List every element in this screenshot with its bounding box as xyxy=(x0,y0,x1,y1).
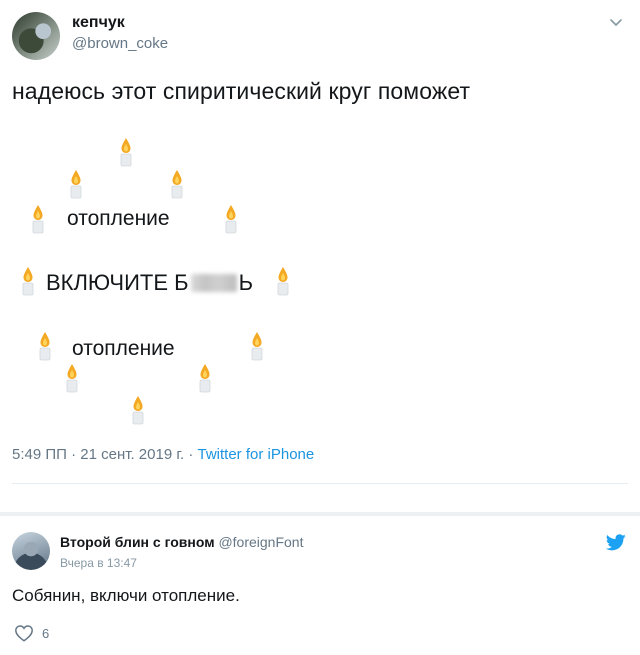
reply-tweet: Второй блин с говном @foreignFont Вчера … xyxy=(0,516,640,655)
divider xyxy=(12,483,628,484)
reply-author-name[interactable]: Второй блин с говном xyxy=(60,534,215,550)
candle-icon xyxy=(129,395,147,425)
tweet-meta: 5:49 ПП · 21 сент. 2019 г. · Twitter for… xyxy=(12,446,314,463)
circle-word-top: отопление xyxy=(67,207,170,230)
reply-author-handle[interactable]: @foreignFont xyxy=(218,534,303,550)
avatar[interactable] xyxy=(12,12,60,60)
candle-icon xyxy=(248,331,266,361)
avatar[interactable] xyxy=(12,532,50,570)
candle-icon xyxy=(67,169,85,199)
tweet-date[interactable]: 21 сент. 2019 г. xyxy=(80,446,184,463)
candle-icon xyxy=(168,169,186,199)
circle-middle-suffix: Ь xyxy=(238,270,253,295)
candle-icon xyxy=(29,204,47,234)
candle-circle: отопление ВКЛЮЧИТЕ Б Ь отопление xyxy=(0,125,320,435)
author-name[interactable]: кепчук xyxy=(72,14,125,32)
censor-blur xyxy=(190,274,237,292)
author-handle[interactable]: @brown_coke xyxy=(72,35,168,52)
reply-text: Собянин, включи отопление. xyxy=(12,586,240,605)
like-button[interactable]: 6 xyxy=(14,624,49,642)
candle-icon xyxy=(117,137,135,167)
candle-icon xyxy=(196,363,214,393)
like-count: 6 xyxy=(42,625,50,641)
candle-icon xyxy=(36,331,54,361)
tweet-time[interactable]: 5:49 ПП xyxy=(12,446,67,463)
candle-icon xyxy=(274,266,292,296)
circle-middle-prefix: ВКЛЮЧИТЕ Б xyxy=(46,270,189,295)
tweet-source-link[interactable]: Twitter for iPhone xyxy=(198,446,315,463)
main-tweet: кепчук @brown_coke надеюсь этот спиритич… xyxy=(0,0,640,512)
heart-icon xyxy=(14,624,34,642)
meta-separator: · xyxy=(188,446,194,463)
reply-time[interactable]: Вчера в 13:47 xyxy=(60,556,137,570)
meta-separator: · xyxy=(71,446,77,463)
tweet-text: надеюсь этот спиритический круг поможет xyxy=(12,78,471,104)
circle-word-bottom: отопление xyxy=(72,337,175,360)
chevron-down-icon[interactable] xyxy=(608,14,624,30)
candle-icon xyxy=(63,363,81,393)
candle-icon xyxy=(19,266,37,296)
candle-icon xyxy=(222,204,240,234)
circle-word-middle: ВКЛЮЧИТЕ Б Ь xyxy=(46,270,253,296)
reply-author: Второй блин с говном @foreignFont xyxy=(60,534,304,550)
twitter-bird-icon[interactable] xyxy=(605,534,626,551)
